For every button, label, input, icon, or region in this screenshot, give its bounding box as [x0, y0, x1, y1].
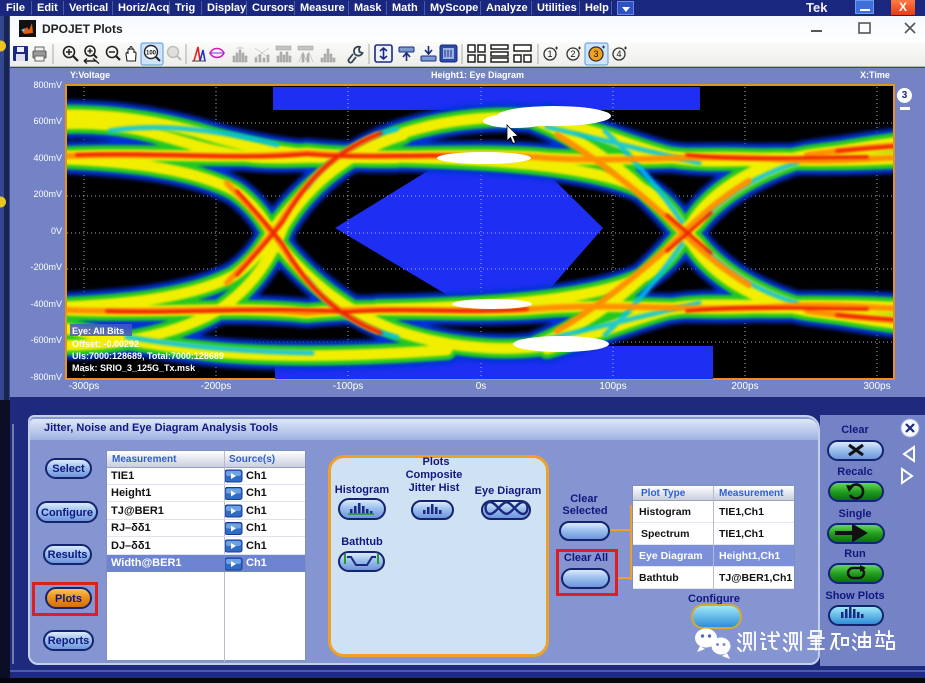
svg-text:Eye: All Bits: Eye: All Bits	[72, 326, 124, 336]
svg-text:Mask: SRIO_3_125G_Tx.msk: Mask: SRIO_3_125G_Tx.msk	[72, 363, 196, 373]
svg-text:Offset: -0.00292: Offset: -0.00292	[72, 339, 139, 349]
svg-text:100: 100	[146, 51, 157, 57]
svg-text:3: 3	[593, 49, 598, 59]
svg-text:1: 1	[547, 49, 552, 59]
svg-text:2: 2	[570, 49, 575, 59]
svg-text:4: 4	[616, 49, 621, 59]
svg-text:UIs:7000:128689, Total:7000:12: UIs:7000:128689, Total:7000:128689	[72, 351, 224, 361]
